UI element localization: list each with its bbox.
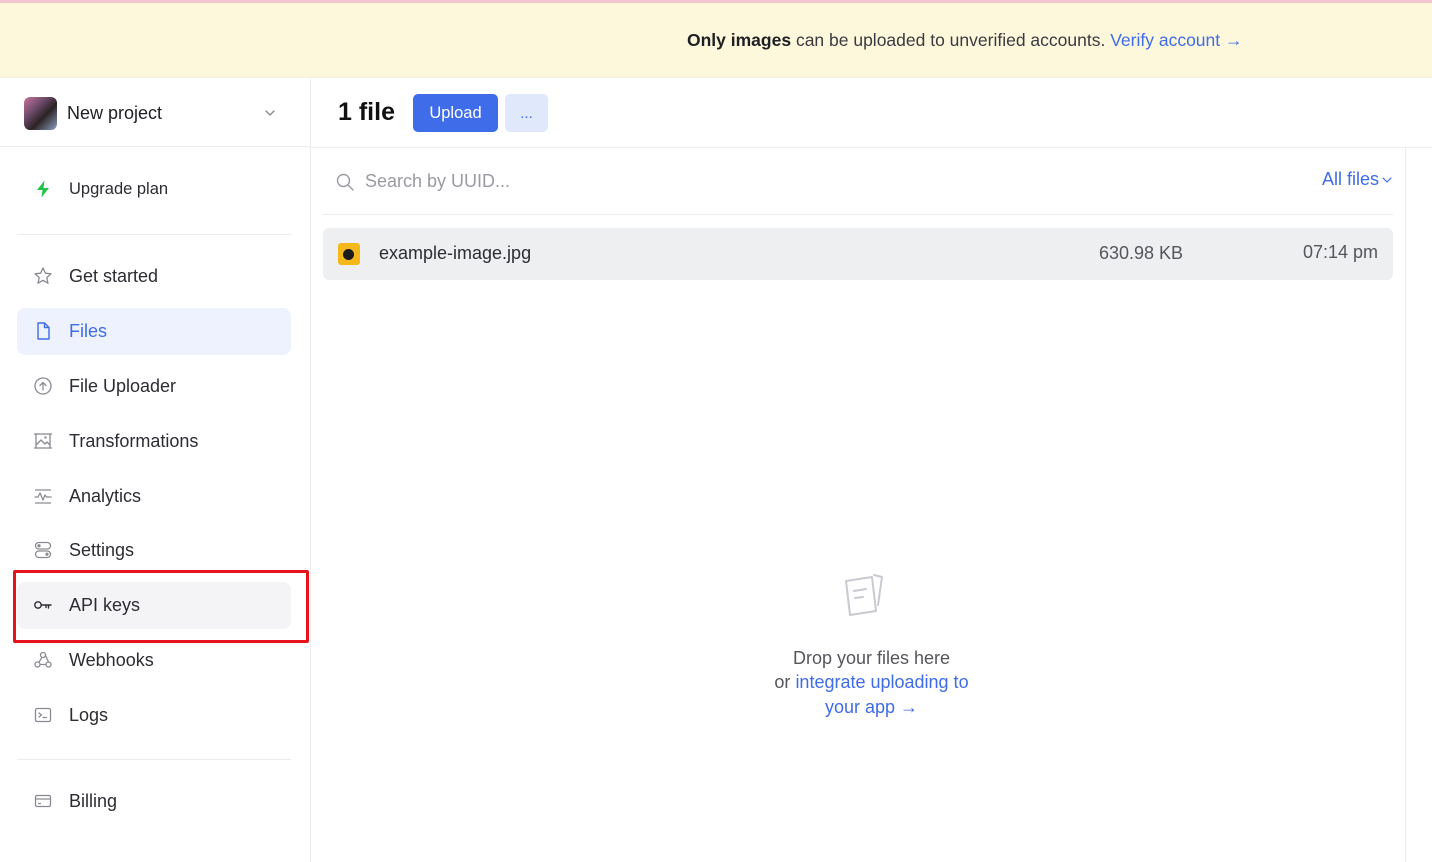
sidebar-item-files[interactable]: Files [17,308,291,355]
page-title: 1 file [338,98,395,126]
panel-divider [1405,148,1406,862]
project-name: New project [67,103,163,123]
sidebar-item-transformations[interactable]: Transformations [17,418,291,465]
sidebar: New project Upgrade plan Get started Fil… [0,79,311,862]
search-input[interactable] [365,166,965,196]
sidebar-item-label: Analytics [69,486,142,506]
terminal-icon [34,707,52,723]
sidebar-item-billing[interactable]: Billing [17,778,291,825]
sidebar-item-label: Upgrade plan [69,180,169,198]
file-name: example-image.jpg [379,243,532,263]
sidebar-item-settings[interactable]: Settings [17,527,291,574]
sidebar-item-label: Transformations [69,431,199,451]
banner-text: can be uploaded to unverified accounts. [791,30,1111,50]
sidebar-item-label: Billing [69,791,118,811]
sidebar-item-label: File Uploader [69,376,177,396]
upload-circle-icon [34,377,52,395]
integrate-uploading-link-continued[interactable]: your app → [311,697,1432,718]
file-icon [37,322,50,340]
key-icon [34,601,52,609]
more-options-button[interactable]: ... [505,94,548,132]
sidebar-item-label: Get started [69,266,159,286]
sidebar-item-label: Webhooks [69,650,154,670]
sidebar-item-label: Files [69,321,108,341]
image-transform-icon [34,433,52,449]
banner-message: Only images can be uploaded to unverifie… [687,30,1243,51]
file-size: 630.98 KB [1099,243,1184,263]
sidebar-item-api-keys[interactable]: API keys [17,582,291,629]
or-text: or [774,672,796,692]
table-row[interactable]: example-image.jpg 630.98 KB 07:14 pm [323,228,1393,280]
search-icon [336,173,354,191]
sidebar-item-get-started[interactable]: Get started [17,253,291,300]
chevron-down-icon [1382,177,1392,183]
project-avatar [24,97,57,130]
main-content: 1 file Upload ... All files example-imag… [311,79,1432,862]
drop-zone-text-or: or integrate uploading to [311,672,1432,693]
sidebar-item-logs[interactable]: Logs [17,692,291,739]
sidebar-item-upgrade-plan[interactable]: Upgrade plan [17,166,291,213]
sidebar-item-label: API keys [69,595,141,615]
search-bar: All files [323,148,1393,215]
sidebar-divider [17,234,291,235]
sidebar-item-webhooks[interactable]: Webhooks [17,637,291,684]
upload-button[interactable]: Upload [413,94,498,132]
sidebar-item-analytics[interactable]: Analytics [17,473,291,520]
file-time: 07:14 pm [1302,242,1378,262]
sidebar-item-label: Settings [69,540,135,560]
sidebar-divider [0,146,311,147]
chevron-down-icon [265,110,275,116]
analytics-icon [34,489,52,504]
credit-card-icon [34,794,52,808]
integrate-uploading-link[interactable]: integrate uploading to [795,672,968,692]
drop-zone-text: Drop your files here [792,648,951,668]
banner-bold-text: Only images [687,30,792,50]
sidebar-divider [17,759,291,760]
settings-toggle-icon [34,541,52,559]
star-icon [34,267,52,284]
image-thumbnail [338,243,360,265]
project-switcher[interactable]: New project [24,97,279,131]
verify-account-link[interactable]: Verify account → [1110,30,1242,50]
files-filter-dropdown[interactable]: All files [1322,169,1393,190]
document-icon [845,574,883,616]
sidebar-item-file-uploader[interactable]: File Uploader [17,363,291,410]
verification-banner: Only images can be uploaded to unverifie… [0,3,1432,78]
files-header: 1 file Upload ... [311,79,1432,148]
lightning-icon [37,180,49,198]
filter-label: All files [1321,169,1379,189]
webhook-icon [34,651,52,668]
sidebar-item-label: Logs [69,705,109,725]
